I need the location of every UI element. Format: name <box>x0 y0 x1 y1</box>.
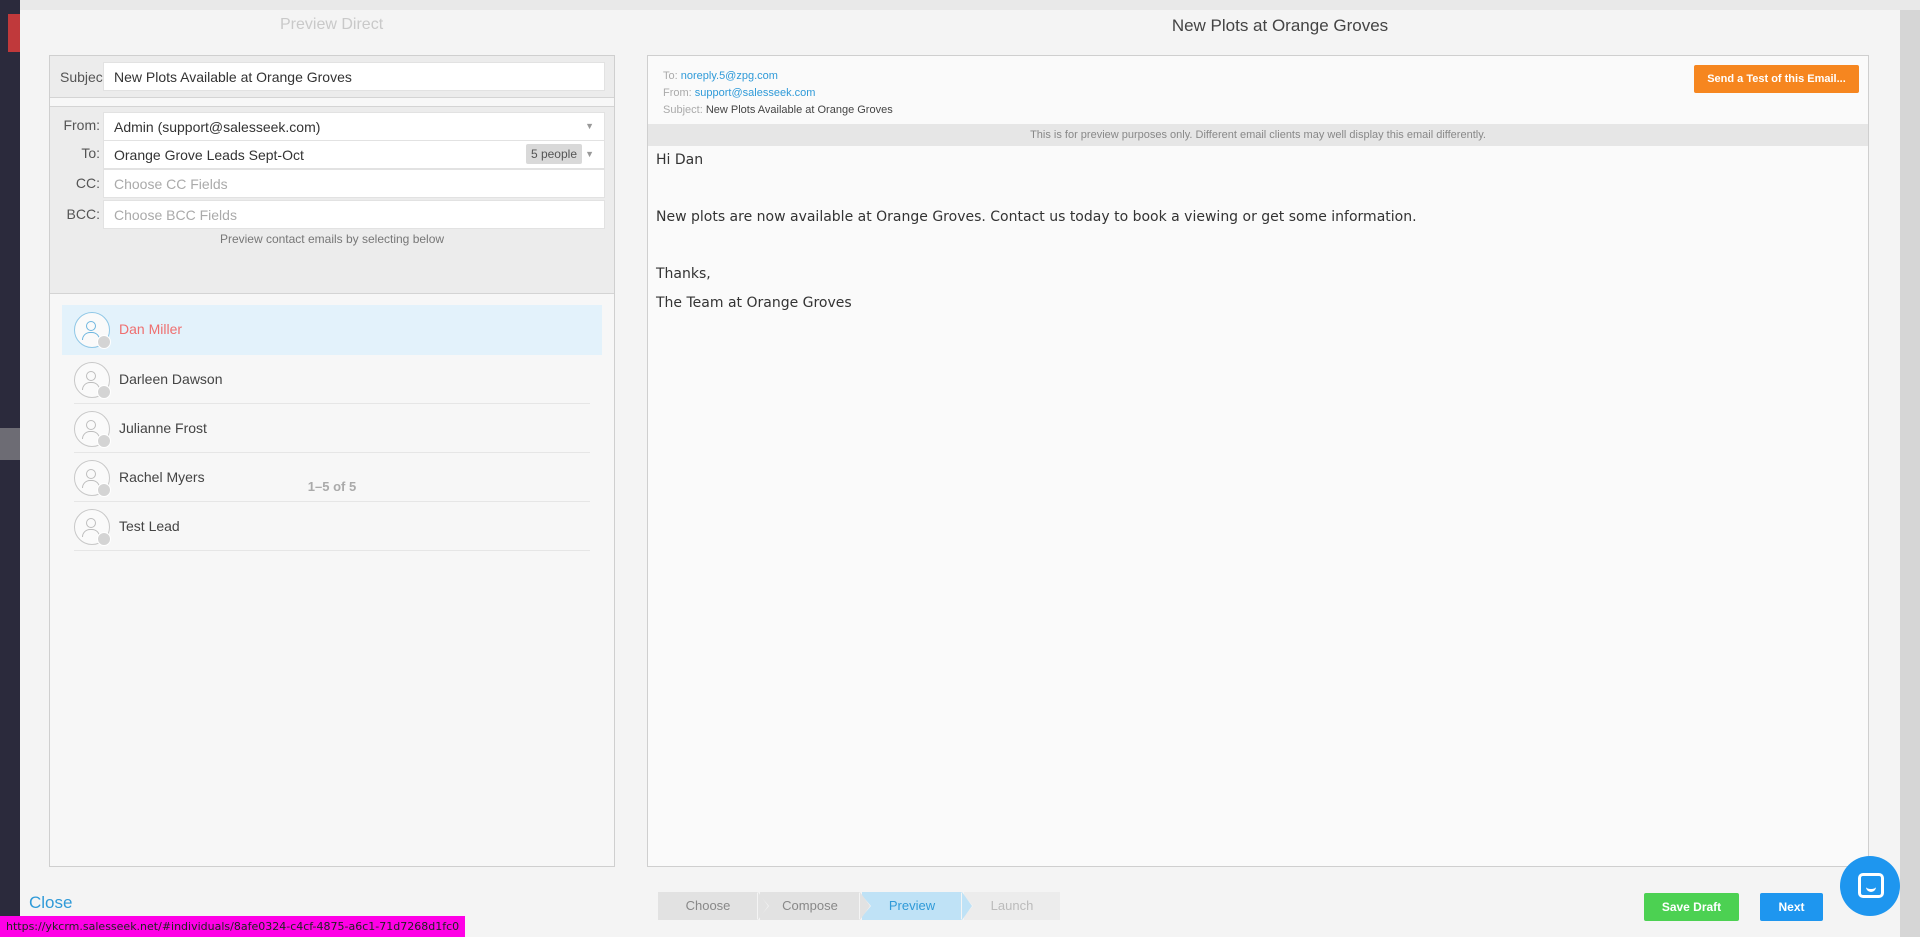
step-label: Launch <box>990 898 1034 913</box>
bcc-label: BCC: <box>66 206 100 222</box>
subject-row: Subject: New Plots Available at Orange G… <box>50 56 614 98</box>
meta-to-value[interactable]: noreply.5@zpg.com <box>681 70 778 82</box>
send-test-email-button[interactable]: Send a Test of this Email... <box>1694 65 1859 93</box>
meta-from-label: From: <box>663 87 692 99</box>
backdrop-grey-block <box>0 428 20 460</box>
email-preview-panel: To: noreply.5@zpg.com From: support@sale… <box>647 55 1869 867</box>
list-item[interactable]: Test Lead <box>74 502 590 551</box>
avatar <box>74 362 111 399</box>
modal-header: Preview Direct New Plots at Orange Grove… <box>20 10 1900 46</box>
recipient-fields: From: Admin (support@salesseek.com) ▼ To… <box>50 106 614 294</box>
backdrop-right <box>1900 10 1920 937</box>
step-arrow <box>962 892 972 920</box>
step-launch: Launch <box>961 892 1060 920</box>
chat-icon <box>1858 873 1884 898</box>
person-icon <box>86 321 96 331</box>
avatar <box>74 509 111 546</box>
email-greeting: Hi Dan <box>656 152 704 168</box>
subject-label: Subject: <box>60 69 111 85</box>
lead-badge-icon <box>97 335 111 349</box>
next-button[interactable]: Next <box>1760 893 1823 921</box>
contact-name: Test Lead <box>119 518 180 534</box>
chat-icon-smile <box>1866 887 1876 892</box>
avatar <box>74 312 111 349</box>
from-label: From: <box>63 117 100 133</box>
chevron-down-icon: ▼ <box>585 149 594 159</box>
from-select[interactable]: Admin (support@salesseek.com) ▼ <box>103 112 605 141</box>
step-preview[interactable]: Preview <box>859 892 972 920</box>
preview-hint: Preview contact emails by selecting belo… <box>219 232 445 246</box>
step-label: Preview <box>888 898 936 913</box>
step-arrow <box>860 892 870 920</box>
contact-list: Dan Miller Darleen Dawson Julianne Frost <box>62 305 602 551</box>
contact-name: Dan Miller <box>119 321 183 337</box>
lead-badge-icon <box>97 434 111 448</box>
person-icon <box>86 371 96 381</box>
lead-badge-icon <box>97 532 111 546</box>
save-draft-button[interactable]: Save Draft <box>1644 893 1739 921</box>
step-arrow <box>758 892 768 920</box>
lead-badge-icon <box>97 385 111 399</box>
person-icon <box>86 518 96 528</box>
cc-label: CC: <box>75 175 100 191</box>
to-label: To: <box>81 145 100 161</box>
header-left-title: Preview Direct <box>280 16 384 33</box>
to-value: Orange Grove Leads Sept-Oct <box>114 147 304 163</box>
list-item[interactable]: Rachel Myers <box>74 453 590 502</box>
step-compose[interactable]: Compose <box>757 892 870 920</box>
list-item[interactable]: Julianne Frost <box>74 404 590 453</box>
preview-notice: This is for preview purposes only. Diffe… <box>648 124 1868 146</box>
step-choose[interactable]: Choose <box>658 892 768 920</box>
step-label: Choose <box>685 898 731 913</box>
list-item[interactable]: Darleen Dawson <box>74 355 590 404</box>
compose-panel: Subject: New Plots Available at Orange G… <box>49 55 615 867</box>
backdrop-top <box>0 0 1920 10</box>
bcc-input[interactable]: Choose BCC Fields <box>103 200 605 229</box>
modal-title: New Plots at Orange Groves <box>1171 16 1389 35</box>
chevron-down-icon: ▼ <box>585 121 594 131</box>
meta-to-label: To: <box>663 70 678 82</box>
step-label: Compose <box>782 898 838 913</box>
pagination: 1–5 of 5 <box>307 479 357 494</box>
meta-subject-label: Subject: <box>663 104 703 116</box>
subject-input[interactable]: New Plots Available at Orange Groves <box>103 62 605 91</box>
person-icon <box>86 420 96 430</box>
email-paragraph: New plots are now available at Orange Gr… <box>656 209 1417 225</box>
status-bar-url: https://ykcrm.salesseek.net/#individuals… <box>0 916 466 937</box>
close-button[interactable]: Close <box>29 893 72 913</box>
cc-input[interactable]: Choose CC Fields <box>103 169 605 198</box>
from-value: Admin (support@salesseek.com) <box>114 119 321 135</box>
avatar <box>74 411 111 448</box>
contact-name: Julianne Frost <box>119 420 207 436</box>
email-preview-modal: Preview Direct New Plots at Orange Grove… <box>20 10 1900 937</box>
contact-name: Darleen Dawson <box>119 371 223 387</box>
meta-subject-value: New Plots Available at Orange Groves <box>705 104 893 116</box>
backdrop-left <box>0 0 20 937</box>
to-select[interactable]: Orange Grove Leads Sept-Oct 5 people ▼ <box>103 140 605 169</box>
email-meta: To: noreply.5@zpg.com From: support@sale… <box>663 68 893 119</box>
people-count-badge: 5 people <box>525 144 582 164</box>
list-item[interactable]: Dan Miller <box>62 305 602 355</box>
email-thanks: Thanks, <box>656 266 711 282</box>
chat-launcher-button[interactable] <box>1840 856 1900 916</box>
email-signature: The Team at Orange Groves <box>656 295 852 311</box>
person-icon <box>86 469 96 479</box>
meta-from-value[interactable]: support@salesseek.com <box>695 87 816 99</box>
